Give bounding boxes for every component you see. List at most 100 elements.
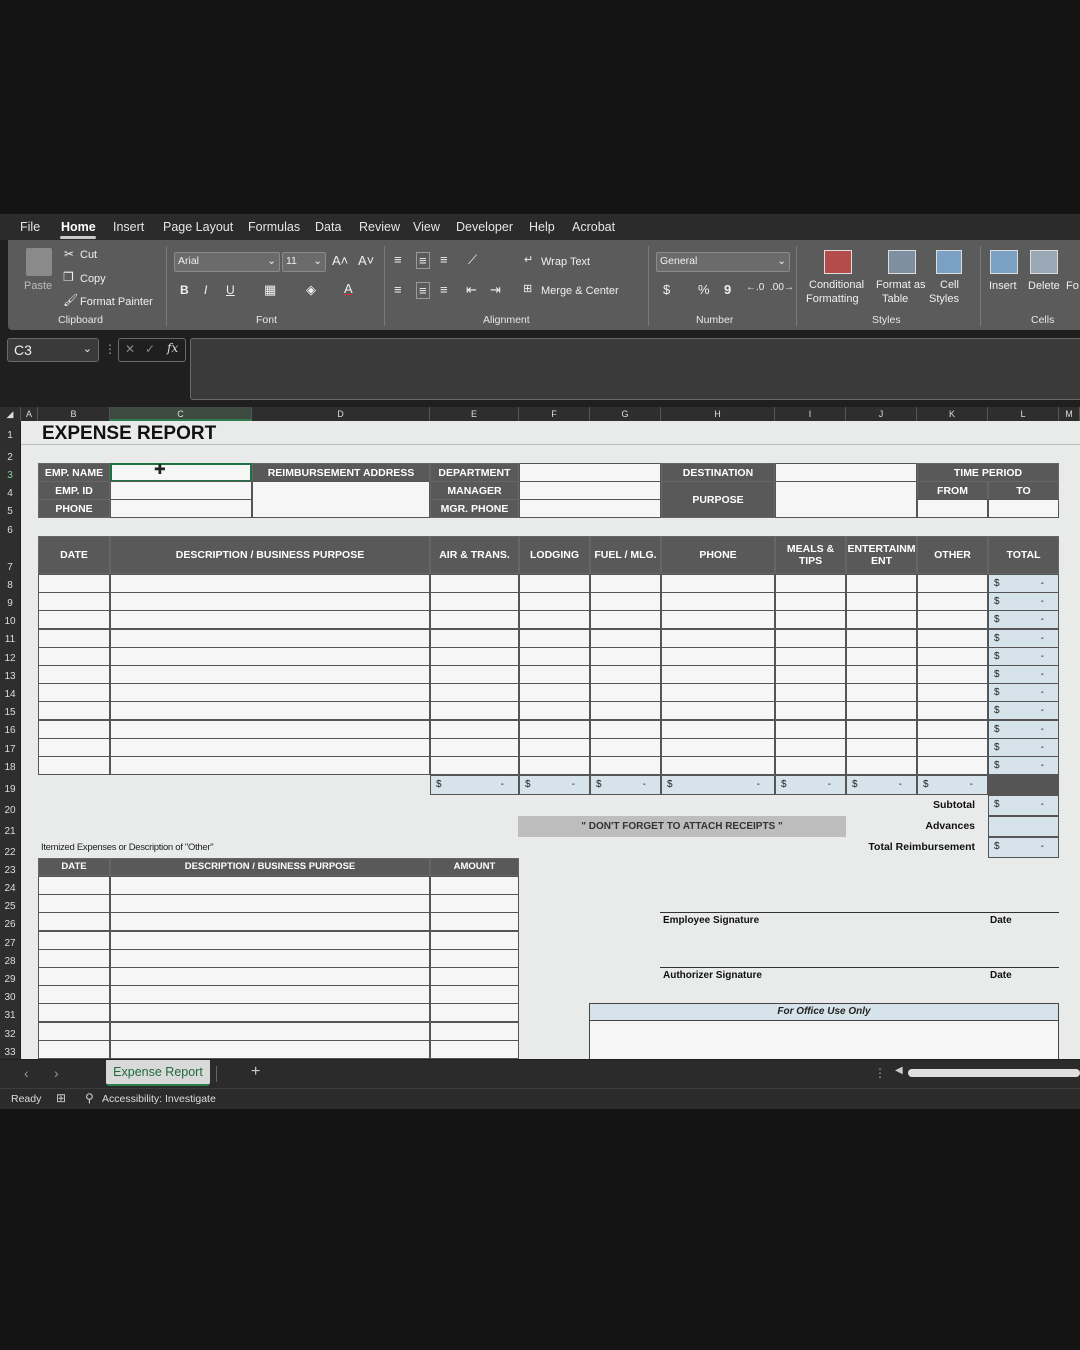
expense-cell[interactable] bbox=[430, 683, 519, 703]
column-total-cell[interactable]: $ - bbox=[519, 775, 590, 795]
comma-button[interactable]: 9 bbox=[724, 282, 731, 297]
expense-cell[interactable] bbox=[917, 574, 988, 593]
align-bottom-icon[interactable]: ≡ bbox=[440, 252, 448, 267]
itemized-cell[interactable] bbox=[110, 985, 430, 1005]
worksheet[interactable]: EXPENSE REPORT EMP. NAME EMP. ID PHONE ✚… bbox=[21, 421, 1080, 1059]
expense-cell[interactable] bbox=[775, 592, 846, 612]
expense-cell[interactable] bbox=[110, 719, 430, 739]
expense-cell[interactable] bbox=[661, 592, 775, 612]
expense-cell[interactable] bbox=[775, 737, 846, 757]
expense-cell[interactable] bbox=[519, 665, 590, 684]
itemized-cell[interactable] bbox=[38, 1021, 110, 1041]
row-total-cell[interactable]: $ - bbox=[988, 628, 1059, 648]
expense-cell[interactable] bbox=[519, 628, 590, 648]
menu-formulas[interactable]: Formulas bbox=[248, 220, 300, 234]
row-header[interactable]: 5 bbox=[0, 506, 20, 517]
expense-cell[interactable] bbox=[661, 646, 775, 666]
row-total-cell[interactable]: $ - bbox=[988, 646, 1059, 666]
expense-cell[interactable] bbox=[519, 574, 590, 593]
expense-cell[interactable] bbox=[110, 665, 430, 684]
expense-cell[interactable] bbox=[110, 756, 430, 775]
format-cells-button[interactable]: Fo bbox=[1066, 280, 1079, 292]
align-left-icon[interactable]: ≡ bbox=[394, 282, 402, 297]
formula-input[interactable] bbox=[190, 338, 1080, 400]
expense-cell[interactable] bbox=[661, 628, 775, 648]
office-use-box[interactable] bbox=[589, 1020, 1059, 1059]
row-total-cell[interactable]: $ - bbox=[988, 592, 1059, 612]
row-header[interactable]: 18 bbox=[0, 762, 20, 773]
delete-cells-button[interactable]: Delete bbox=[1028, 280, 1060, 292]
format-painter-button[interactable]: Format Painter bbox=[80, 296, 153, 308]
expense-cell[interactable] bbox=[590, 574, 661, 593]
expense-cell[interactable] bbox=[110, 574, 430, 593]
paste-icon[interactable] bbox=[26, 248, 52, 276]
expense-cell[interactable] bbox=[38, 628, 110, 648]
row-header[interactable]: 10 bbox=[0, 616, 20, 627]
expense-cell[interactable] bbox=[430, 592, 519, 612]
expense-cell[interactable] bbox=[38, 701, 110, 721]
orientation-icon[interactable]: ⟋ bbox=[468, 252, 477, 268]
row-header[interactable]: 21 bbox=[0, 826, 20, 837]
row-header[interactable]: 20 bbox=[0, 805, 20, 816]
row-header[interactable]: 19 bbox=[0, 784, 20, 795]
row-total-cell[interactable]: $ - bbox=[988, 610, 1059, 630]
expense-cell[interactable] bbox=[661, 574, 775, 593]
subtotal-cell[interactable]: $ - bbox=[988, 795, 1059, 816]
row-header[interactable]: 1 bbox=[0, 430, 20, 441]
menu-page-layout[interactable]: Page Layout bbox=[163, 220, 233, 234]
expense-cell[interactable] bbox=[430, 737, 519, 757]
italic-button[interactable]: I bbox=[204, 283, 207, 297]
row-header[interactable]: 33 bbox=[0, 1047, 20, 1058]
cell-manager[interactable] bbox=[519, 481, 661, 500]
row-header[interactable]: 27 bbox=[0, 938, 20, 949]
expense-cell[interactable] bbox=[661, 701, 775, 721]
expense-cell[interactable] bbox=[846, 683, 917, 703]
itemized-cell[interactable] bbox=[110, 1021, 430, 1041]
cell-c3-selected[interactable] bbox=[110, 463, 252, 482]
expense-cell[interactable] bbox=[519, 701, 590, 721]
itemized-cell[interactable] bbox=[110, 1039, 430, 1059]
cell-styles-button[interactable]: Cell bbox=[940, 279, 959, 291]
menu-insert[interactable]: Insert bbox=[113, 220, 144, 234]
expense-cell[interactable] bbox=[110, 610, 430, 630]
underline-button[interactable]: U bbox=[226, 283, 235, 297]
row-header[interactable]: 2 bbox=[0, 452, 20, 463]
expense-cell[interactable] bbox=[38, 610, 110, 630]
menu-review[interactable]: Review bbox=[359, 220, 400, 234]
format-as-table-button[interactable]: Format as bbox=[876, 279, 926, 291]
expense-cell[interactable] bbox=[519, 719, 590, 739]
expense-cell[interactable] bbox=[917, 701, 988, 721]
expense-cell[interactable] bbox=[430, 719, 519, 739]
column-header[interactable]: D bbox=[252, 407, 430, 421]
row-header[interactable]: 14 bbox=[0, 689, 20, 700]
expense-cell[interactable] bbox=[775, 665, 846, 684]
itemized-cell[interactable] bbox=[430, 912, 519, 932]
row-header-selected[interactable]: 3 bbox=[0, 470, 20, 481]
column-header[interactable]: L bbox=[988, 407, 1059, 421]
row-header[interactable]: 6 bbox=[0, 525, 20, 536]
row-header[interactable]: 32 bbox=[0, 1029, 20, 1040]
expense-cell[interactable] bbox=[775, 756, 846, 775]
expense-cell[interactable] bbox=[430, 574, 519, 593]
row-header[interactable]: 22 bbox=[0, 847, 20, 858]
row-header[interactable]: 30 bbox=[0, 992, 20, 1003]
tab-next-icon[interactable]: › bbox=[54, 1065, 59, 1081]
font-color-icon[interactable]: A bbox=[344, 281, 353, 296]
column-header[interactable]: J bbox=[846, 407, 917, 421]
itemized-cell[interactable] bbox=[38, 894, 110, 914]
conditional-formatting-button[interactable]: Conditional bbox=[809, 279, 864, 291]
row-header[interactable]: 29 bbox=[0, 974, 20, 985]
itemized-cell[interactable] bbox=[430, 876, 519, 895]
menu-view[interactable]: View bbox=[413, 220, 440, 234]
column-header[interactable]: G bbox=[590, 407, 661, 421]
macro-record-icon[interactable]: ⊞ bbox=[56, 1091, 66, 1105]
expense-cell[interactable] bbox=[846, 610, 917, 630]
expense-cell[interactable] bbox=[846, 737, 917, 757]
expense-cell[interactable] bbox=[846, 701, 917, 721]
expense-cell[interactable] bbox=[519, 683, 590, 703]
column-total-cell[interactable]: $ - bbox=[917, 775, 988, 795]
itemized-cell[interactable] bbox=[430, 985, 519, 1005]
itemized-cell[interactable] bbox=[430, 930, 519, 950]
row-header[interactable]: 17 bbox=[0, 744, 20, 755]
expense-cell[interactable] bbox=[661, 737, 775, 757]
